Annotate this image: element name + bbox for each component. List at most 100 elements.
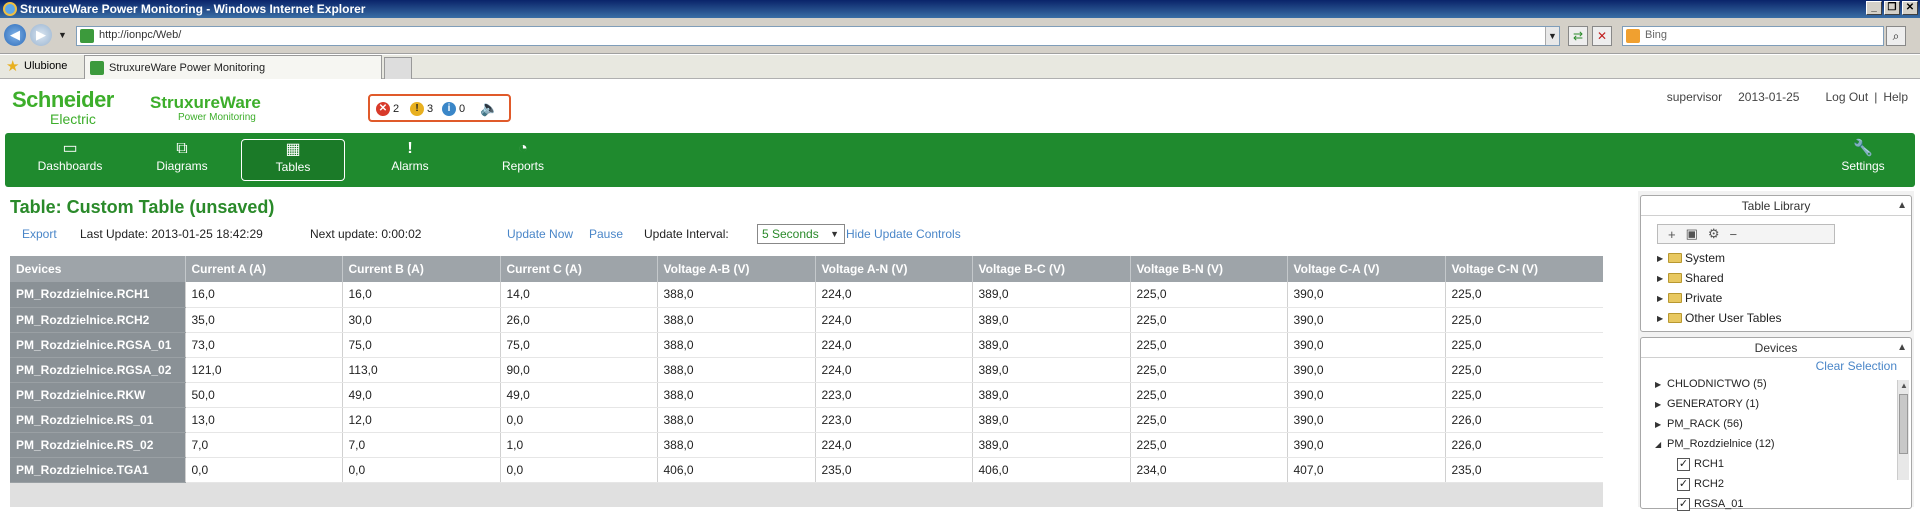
favorites-label[interactable]: Ulubione — [24, 60, 67, 72]
minimize-button[interactable]: _ — [1866, 1, 1882, 15]
expand-icon[interactable]: ▶ — [1655, 380, 1663, 389]
alarm-icon: ! — [407, 140, 413, 157]
device-group-pm-rozdzielnice[interactable]: ◢ PM_Rozdzielnice (12) — [1655, 434, 1911, 454]
library-folder-shared[interactable]: ▶ Shared — [1657, 268, 1905, 288]
warning-alarm-count[interactable]: ! 3 — [410, 101, 433, 117]
device-cell[interactable]: PM_Rozdzielnice.RKW — [10, 382, 186, 408]
chevron-up-icon[interactable]: ▲ — [1897, 338, 1907, 358]
device-cell[interactable]: PM_Rozdzielnice.RGSA_02 — [10, 357, 186, 383]
expand-icon[interactable]: ▶ — [1657, 294, 1665, 303]
column-header[interactable]: Voltage C-A (V) — [1287, 256, 1446, 282]
help-link[interactable]: Help — [1883, 90, 1908, 104]
new-tab-button[interactable] — [384, 57, 412, 79]
column-header[interactable]: Current A (A) — [185, 256, 343, 282]
device-item-rch2[interactable]: ✓ RCH2 — [1655, 474, 1911, 494]
device-cell[interactable]: PM_Rozdzielnice.RCH1 — [10, 282, 186, 308]
checkbox-checked[interactable]: ✓ — [1677, 477, 1690, 491]
device-cell[interactable]: PM_Rozdzielnice.RCH2 — [10, 307, 186, 333]
warning-icon: ! — [410, 102, 424, 116]
export-link[interactable]: Export — [22, 227, 57, 241]
table-row[interactable]: PM_Rozdzielnice.RS_02 7,0 7,0 1,0 388,0 … — [10, 432, 1603, 458]
table-row[interactable]: PM_Rozdzielnice.TGA1 0,0 0,0 0,0 406,0 2… — [10, 457, 1603, 483]
refresh-button[interactable]: ⇄ — [1568, 26, 1588, 46]
nav-alarms[interactable]: ! Alarms — [365, 139, 455, 181]
close-button[interactable]: ✕ — [1902, 1, 1918, 15]
table-cell: 225,0 — [1445, 332, 1603, 358]
url-input[interactable]: http://ionpc/Web/ ▼ — [76, 26, 1560, 46]
table-row[interactable]: PM_Rozdzielnice.RCH1 16,0 16,0 14,0 388,… — [10, 282, 1603, 308]
favorites-star-icon[interactable]: ★ — [6, 59, 19, 74]
nav-dashboards[interactable]: ▭ Dashboards — [25, 139, 115, 181]
table-row[interactable]: PM_Rozdzielnice.RS_01 13,0 12,0 0,0 388,… — [10, 407, 1603, 433]
expand-icon[interactable]: ▶ — [1657, 254, 1665, 263]
browser-tab[interactable]: StruxureWare Power Monitoring — [84, 55, 382, 79]
expand-icon[interactable]: ▶ — [1657, 274, 1665, 283]
column-header[interactable]: Voltage A-B (V) — [657, 256, 816, 282]
column-header[interactable]: Voltage B-N (V) — [1130, 256, 1288, 282]
info-alarm-count[interactable]: i 0 — [442, 101, 465, 117]
device-item-rgsa-01[interactable]: ✓ RGSA_01 — [1655, 494, 1911, 514]
device-cell[interactable]: PM_Rozdzielnice.RS_02 — [10, 432, 186, 458]
column-header[interactable]: Voltage C-N (V) — [1445, 256, 1603, 282]
table-cell: 73,0 — [185, 332, 343, 358]
checkbox-checked[interactable]: ✓ — [1677, 457, 1690, 471]
device-item-rch1[interactable]: ✓ RCH1 — [1655, 454, 1911, 474]
search-input[interactable]: Bing — [1622, 26, 1884, 46]
page-title: Table: Custom Table (unsaved) — [10, 197, 275, 217]
column-header[interactable]: Current C (A) — [500, 256, 658, 282]
expand-icon[interactable]: ▶ — [1655, 400, 1663, 409]
devices-scrollbar[interactable]: ▲ — [1897, 380, 1909, 480]
scroll-up-icon[interactable]: ▲ — [1898, 380, 1910, 392]
checkbox-checked[interactable]: ✓ — [1677, 497, 1690, 511]
nav-settings[interactable]: 🔧 Settings — [1818, 139, 1908, 181]
restore-button[interactable]: ❐ — [1884, 1, 1900, 15]
logout-link[interactable]: Log Out — [1825, 90, 1868, 104]
user-area: supervisor 2013-01-25 Log Out | Help — [1667, 90, 1908, 104]
device-cell[interactable]: PM_Rozdzielnice.TGA1 — [10, 457, 186, 483]
critical-alarm-count[interactable]: ✕ 2 — [376, 101, 399, 117]
column-header[interactable]: Devices — [10, 256, 186, 282]
library-folder-private[interactable]: ▶ Private — [1657, 288, 1905, 308]
collapse-icon[interactable]: ◢ — [1655, 440, 1663, 449]
back-button[interactable]: ◀ — [4, 24, 26, 46]
folder-icon — [1668, 253, 1682, 263]
scrollbar-thumb[interactable] — [1899, 394, 1908, 454]
hide-update-controls-link[interactable]: Hide Update Controls — [846, 227, 961, 241]
expand-icon[interactable]: ▶ — [1657, 314, 1665, 323]
search-icon[interactable]: ⌕ — [1886, 26, 1906, 46]
library-folder-system[interactable]: ▶ System — [1657, 248, 1905, 268]
nav-tables[interactable]: ▦ Tables — [241, 139, 345, 181]
column-header[interactable]: Voltage A-N (V) — [815, 256, 973, 282]
add-icon[interactable]: + — [1668, 227, 1676, 242]
device-group-chlodnictwo[interactable]: ▶ CHLODNICTWO (5) — [1655, 374, 1911, 394]
pause-link[interactable]: Pause — [589, 227, 623, 241]
column-header[interactable]: Current B (A) — [342, 256, 501, 282]
stop-button[interactable]: ✕ — [1592, 26, 1612, 46]
table-row[interactable]: PM_Rozdzielnice.RGSA_02 121,0 113,0 90,0… — [10, 357, 1603, 383]
data-table-container: Devices Current A (A) Current B (A) Curr… — [10, 256, 1603, 507]
update-now-link[interactable]: Update Now — [507, 227, 573, 241]
library-folder-other-user-tables[interactable]: ▶ Other User Tables — [1657, 308, 1905, 328]
save-icon[interactable]: ▣ — [1686, 226, 1698, 242]
device-cell[interactable]: PM_Rozdzielnice.RGSA_01 — [10, 332, 186, 358]
update-interval-select[interactable]: 5 Seconds ▼ — [757, 224, 845, 244]
table-row[interactable]: PM_Rozdzielnice.RKW 50,0 49,0 49,0 388,0… — [10, 382, 1603, 408]
url-dropdown-icon[interactable]: ▼ — [1545, 27, 1559, 45]
chevron-up-icon[interactable]: ▲ — [1897, 196, 1907, 216]
remove-icon[interactable]: − — [1730, 227, 1738, 242]
expand-icon[interactable]: ▶ — [1655, 420, 1663, 429]
device-cell[interactable]: PM_Rozdzielnice.RS_01 — [10, 407, 186, 433]
gear-icon[interactable]: ⚙ — [1708, 226, 1720, 242]
history-dropdown-icon[interactable]: ▼ — [58, 30, 67, 40]
nav-reports[interactable]: ◔ Reports — [478, 139, 568, 181]
device-group-pm-rack[interactable]: ▶ PM_RACK (56) — [1655, 414, 1911, 434]
clear-selection-link[interactable]: Clear Selection — [1641, 358, 1911, 374]
table-row[interactable]: PM_Rozdzielnice.RGSA_01 73,0 75,0 75,0 3… — [10, 332, 1603, 358]
alarm-summary[interactable]: ✕ 2 ! 3 i 0 🔈 — [368, 94, 511, 122]
nav-diagrams[interactable]: ⧉ Diagrams — [137, 139, 227, 181]
table-row[interactable]: PM_Rozdzielnice.RCH2 35,0 30,0 26,0 388,… — [10, 307, 1603, 333]
speaker-icon[interactable]: 🔈 — [480, 99, 499, 117]
device-group-generatory[interactable]: ▶ GENERATORY (1) — [1655, 394, 1911, 414]
column-header[interactable]: Voltage B-C (V) — [972, 256, 1131, 282]
forward-button[interactable]: ▶ — [30, 24, 52, 46]
